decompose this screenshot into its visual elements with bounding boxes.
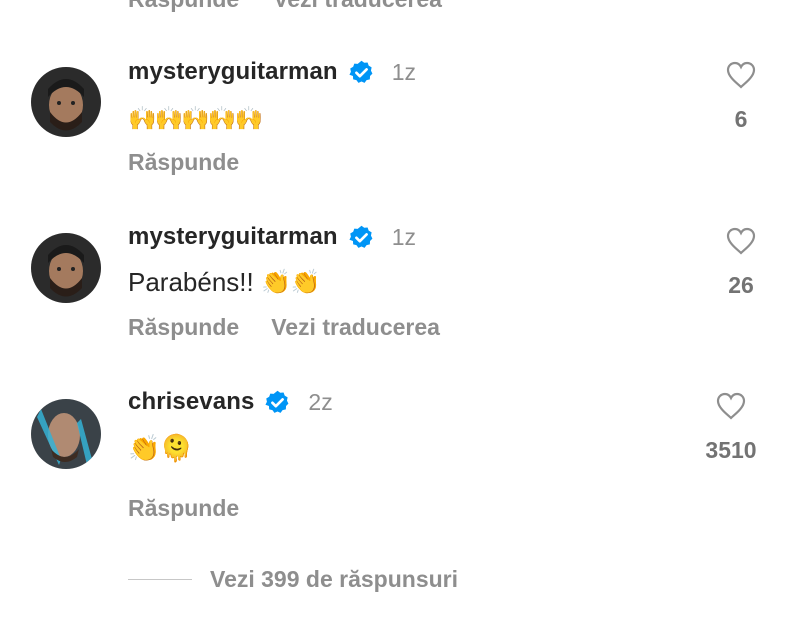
comment-actions: Răspunde — [128, 493, 239, 523]
comment-time: 2z — [308, 388, 333, 415]
username[interactable]: chrisevans — [128, 388, 254, 416]
heart-outline-icon[interactable] — [715, 391, 747, 421]
comment-item: chrisevans 2z 👏🫠 Răspunde 3510 — [0, 0, 800, 540]
reply-button[interactable]: Răspunde — [128, 495, 239, 522]
verified-badge-icon — [265, 390, 289, 413]
comment-text: 👏🫠 — [128, 430, 193, 466]
comment-header: chrisevans 2z — [128, 386, 333, 418]
view-replies-label[interactable]: Vezi 399 de răspunsuri — [210, 566, 458, 593]
like-control: 3510 — [696, 391, 766, 464]
avatar[interactable] — [31, 399, 101, 469]
like-count: 3510 — [705, 437, 757, 463]
emoji: 👏🫠 — [128, 432, 193, 463]
replies-divider — [128, 578, 192, 580]
view-replies[interactable]: Vezi 399 de răspunsuri — [128, 565, 458, 593]
